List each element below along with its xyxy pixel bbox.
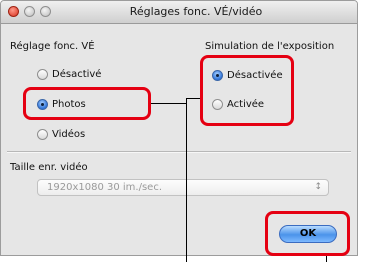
up-down-arrows-icon: ↕ bbox=[314, 182, 322, 192]
callout-leader-horizontal bbox=[187, 98, 200, 99]
window-title: Réglages fonc. VÉ/vidéo bbox=[129, 5, 263, 18]
radio-unselected-icon bbox=[37, 128, 48, 140]
exposure-simulation-group-label: Simulation de l'exposition bbox=[205, 41, 335, 52]
close-window-icon[interactable] bbox=[8, 6, 19, 17]
video-size-label: Taille enr. vidéo bbox=[10, 162, 88, 173]
callout-leader-horizontal bbox=[151, 103, 187, 104]
callout-leader-vertical bbox=[326, 256, 327, 262]
radio-live-view-disabled[interactable]: Désactivé bbox=[37, 67, 101, 81]
radio-label: Désactivé bbox=[52, 68, 102, 80]
callout-highlight-exposure bbox=[200, 55, 294, 126]
live-view-group-label: Réglage fonc. VÉ bbox=[10, 41, 95, 52]
callout-leader-vertical bbox=[186, 98, 187, 262]
minimize-window-icon[interactable] bbox=[24, 6, 35, 17]
section-divider bbox=[7, 151, 351, 153]
video-size-select[interactable]: 1920x1080 30 im./sec. ↕ bbox=[37, 179, 329, 196]
radio-live-view-videos[interactable]: Vidéos bbox=[37, 127, 85, 141]
titlebar: Réglages fonc. VÉ/vidéo bbox=[1, 1, 357, 24]
callout-highlight-photos bbox=[23, 87, 151, 120]
callout-highlight-ok bbox=[265, 211, 350, 256]
zoom-window-icon[interactable] bbox=[40, 6, 51, 17]
radio-unselected-icon bbox=[37, 68, 48, 80]
video-size-value: 1920x1080 30 im./sec. bbox=[47, 182, 163, 193]
radio-label: Vidéos bbox=[52, 128, 86, 140]
screenshot-stage: Réglages fonc. VÉ/vidéo Réglage fonc. VÉ… bbox=[0, 0, 376, 262]
